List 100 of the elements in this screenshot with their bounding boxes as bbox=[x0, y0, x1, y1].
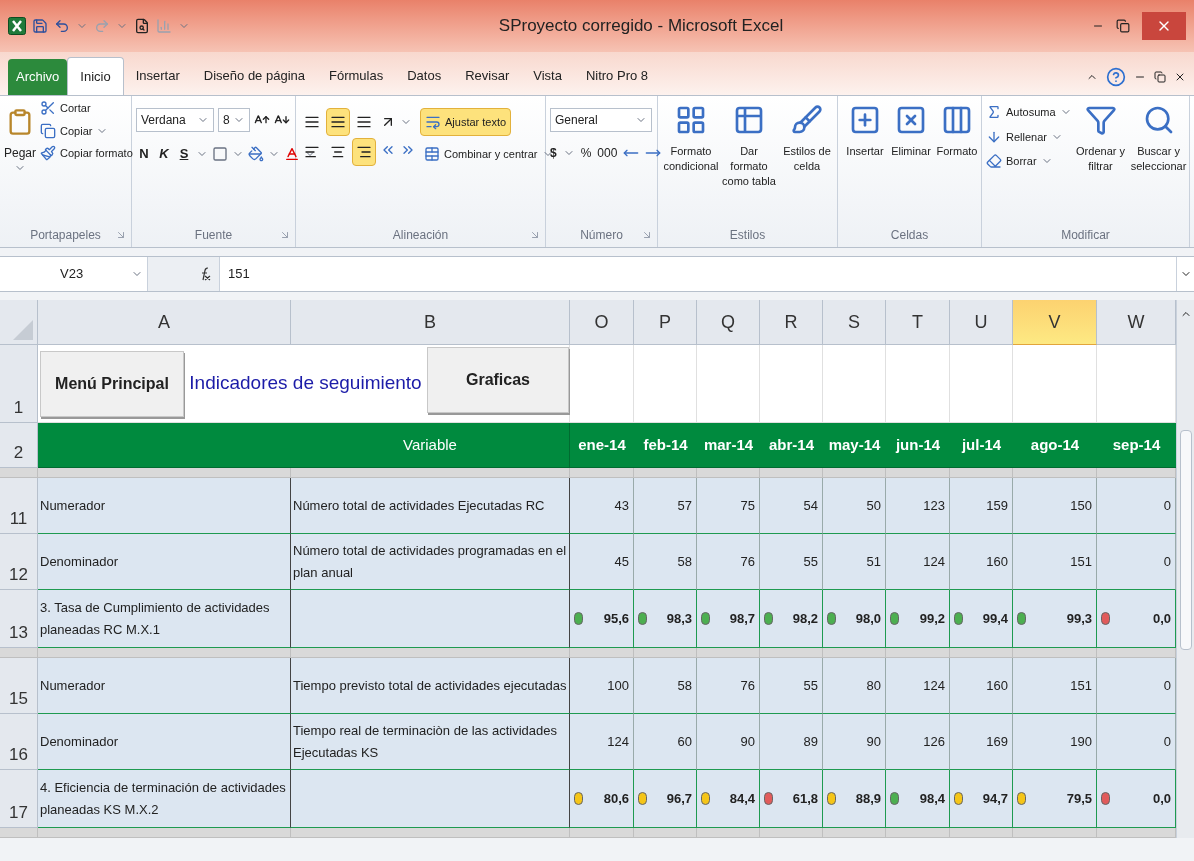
fill-color-icon[interactable] bbox=[248, 145, 264, 162]
column-header[interactable]: O bbox=[570, 300, 634, 345]
ribbon-button[interactable]: Eliminar bbox=[888, 100, 934, 223]
row-header[interactable]: 11 bbox=[0, 478, 38, 534]
header-cell: abr-14 bbox=[760, 423, 823, 468]
cell-value: 80,6 bbox=[603, 789, 629, 808]
formula-field[interactable]: 151 bbox=[220, 257, 1176, 291]
close-button[interactable] bbox=[1142, 12, 1186, 40]
ribbon-button[interactable]: Formato bbox=[934, 100, 980, 223]
column-header[interactable]: W bbox=[1097, 300, 1176, 345]
close-icon[interactable] bbox=[1174, 71, 1186, 83]
vertical-scrollbar[interactable] bbox=[1176, 300, 1194, 838]
currency-button[interactable]: $ bbox=[550, 144, 557, 162]
row-header[interactable]: 12 bbox=[0, 534, 38, 590]
file-tab[interactable]: Archivo bbox=[8, 59, 68, 95]
excel-logo-icon[interactable] bbox=[8, 17, 26, 35]
font-color-icon[interactable] bbox=[284, 145, 300, 162]
number-format-field[interactable]: General bbox=[550, 108, 652, 132]
charts-button[interactable]: Graficas bbox=[427, 346, 569, 413]
table-cell: 89 bbox=[760, 714, 823, 770]
percent-button[interactable]: % bbox=[580, 144, 592, 162]
row-header[interactable]: 2 bbox=[0, 423, 38, 468]
column-header[interactable]: V bbox=[1013, 300, 1097, 345]
dialog-launcher-icon[interactable] bbox=[279, 229, 291, 241]
column-header[interactable]: T bbox=[886, 300, 950, 345]
align-button[interactable] bbox=[326, 108, 350, 136]
paste-button[interactable]: Pegar bbox=[4, 100, 37, 223]
table-cell: 0 bbox=[1097, 714, 1176, 770]
align-button[interactable] bbox=[352, 138, 376, 166]
ribbon-tab[interactable]: Vista bbox=[521, 57, 574, 95]
row-header[interactable]: 13 bbox=[0, 590, 38, 648]
ribbon-button[interactable]: Estilos de celda bbox=[778, 100, 836, 223]
font-name-field[interactable]: Verdana bbox=[136, 108, 214, 132]
ribbon-button[interactable]: Copiar formato bbox=[40, 145, 133, 162]
restore-icon[interactable] bbox=[1116, 19, 1130, 33]
column-header[interactable]: A bbox=[38, 300, 291, 345]
table-cell: 90 bbox=[823, 714, 886, 770]
ribbon-button[interactable]: Ordenar y filtrar bbox=[1071, 100, 1130, 223]
ribbon-button[interactable]: Cortar bbox=[40, 100, 133, 117]
font-size-field[interactable]: 8 bbox=[218, 108, 250, 132]
ribbon-tab[interactable]: Inicio bbox=[67, 57, 124, 95]
ribbon-button[interactable]: Copiar bbox=[40, 122, 133, 139]
undo-icon[interactable] bbox=[54, 18, 70, 34]
ribbon-tab[interactable]: Diseño de página bbox=[191, 57, 317, 95]
bold-button[interactable]: N bbox=[136, 144, 152, 164]
ribbon-tab[interactable]: Insertar bbox=[123, 57, 192, 95]
dialog-launcher-icon[interactable] bbox=[529, 229, 541, 241]
header-cell: may-14 bbox=[823, 423, 886, 468]
row-header[interactable]: 1 bbox=[0, 345, 38, 423]
ribbon-button[interactable]: Insertar bbox=[842, 100, 888, 223]
hidden-row-cell bbox=[570, 468, 634, 478]
dialog-launcher-icon[interactable] bbox=[115, 229, 127, 241]
column-header[interactable]: P bbox=[634, 300, 697, 345]
restore-icon[interactable] bbox=[1154, 71, 1166, 83]
ribbon-button[interactable]: Autosuma bbox=[986, 104, 1072, 121]
column-header[interactable]: S bbox=[823, 300, 886, 345]
hidden-row-cell bbox=[634, 828, 697, 838]
underline-button[interactable]: S bbox=[176, 144, 192, 164]
table-cell: 151 bbox=[1013, 658, 1097, 714]
ribbon-button[interactable]: Formato condicional bbox=[662, 100, 720, 223]
function-icon[interactable] bbox=[199, 267, 211, 281]
row-header[interactable]: 16 bbox=[0, 714, 38, 770]
row-header[interactable]: 17 bbox=[0, 770, 38, 828]
column-header[interactable]: U bbox=[950, 300, 1013, 345]
hidden-row-cell bbox=[0, 828, 38, 838]
wrap-text-button[interactable]: Ajustar texto bbox=[420, 108, 512, 136]
print-preview-icon[interactable] bbox=[134, 18, 150, 34]
scroll-thumb[interactable] bbox=[1179, 430, 1192, 650]
ribbon-tab[interactable]: Fórmulas bbox=[317, 57, 396, 95]
column-header[interactable]: Q bbox=[697, 300, 760, 345]
row-header[interactable]: 15 bbox=[0, 658, 38, 714]
thousands-button[interactable]: 000 bbox=[597, 144, 618, 162]
cell-value: 98,4 bbox=[919, 789, 945, 808]
table-cell: 124 bbox=[886, 534, 950, 590]
table-cell: 51 bbox=[823, 534, 886, 590]
ribbon-tab[interactable]: Datos bbox=[395, 57, 454, 95]
ribbon-tab[interactable]: Nitro Pro 8 bbox=[573, 57, 661, 95]
save-icon[interactable] bbox=[32, 18, 48, 34]
menu-button[interactable]: Menú Principal bbox=[40, 350, 184, 417]
ribbon-button[interactable]: Rellenar bbox=[986, 128, 1072, 145]
italic-button[interactable]: K bbox=[156, 144, 172, 164]
hidden-row-cell bbox=[760, 828, 823, 838]
ribbon-button[interactable]: Buscar y seleccionar bbox=[1129, 100, 1188, 223]
ribbon-button[interactable]: Borrar bbox=[986, 153, 1072, 170]
hidden-row-cell bbox=[697, 468, 760, 478]
table-cell: 3. Tasa de Cumplimiento de actividades planeadas RC M.X.1 bbox=[38, 590, 291, 648]
cell-value: 99,4 bbox=[982, 609, 1008, 628]
column-header[interactable]: R bbox=[760, 300, 823, 345]
table-cell: Tiempo real de terminaciòn de las actividades Ejecutadas KS bbox=[291, 714, 570, 770]
paintbrush-icon bbox=[40, 145, 57, 162]
border-icon[interactable] bbox=[212, 145, 228, 162]
cell-value: 98,7 bbox=[729, 609, 755, 628]
column-header[interactable]: B bbox=[291, 300, 570, 345]
ribbon-button[interactable]: Dar formato como tabla bbox=[720, 100, 778, 223]
table-cell: 75 bbox=[697, 478, 760, 534]
cell-value: 98,3 bbox=[666, 609, 692, 628]
dialog-launcher-icon[interactable] bbox=[641, 229, 653, 241]
help-icon[interactable] bbox=[1106, 67, 1126, 87]
ribbon-tab[interactable]: Revisar bbox=[453, 57, 522, 95]
group-label: Celdas bbox=[890, 227, 929, 244]
